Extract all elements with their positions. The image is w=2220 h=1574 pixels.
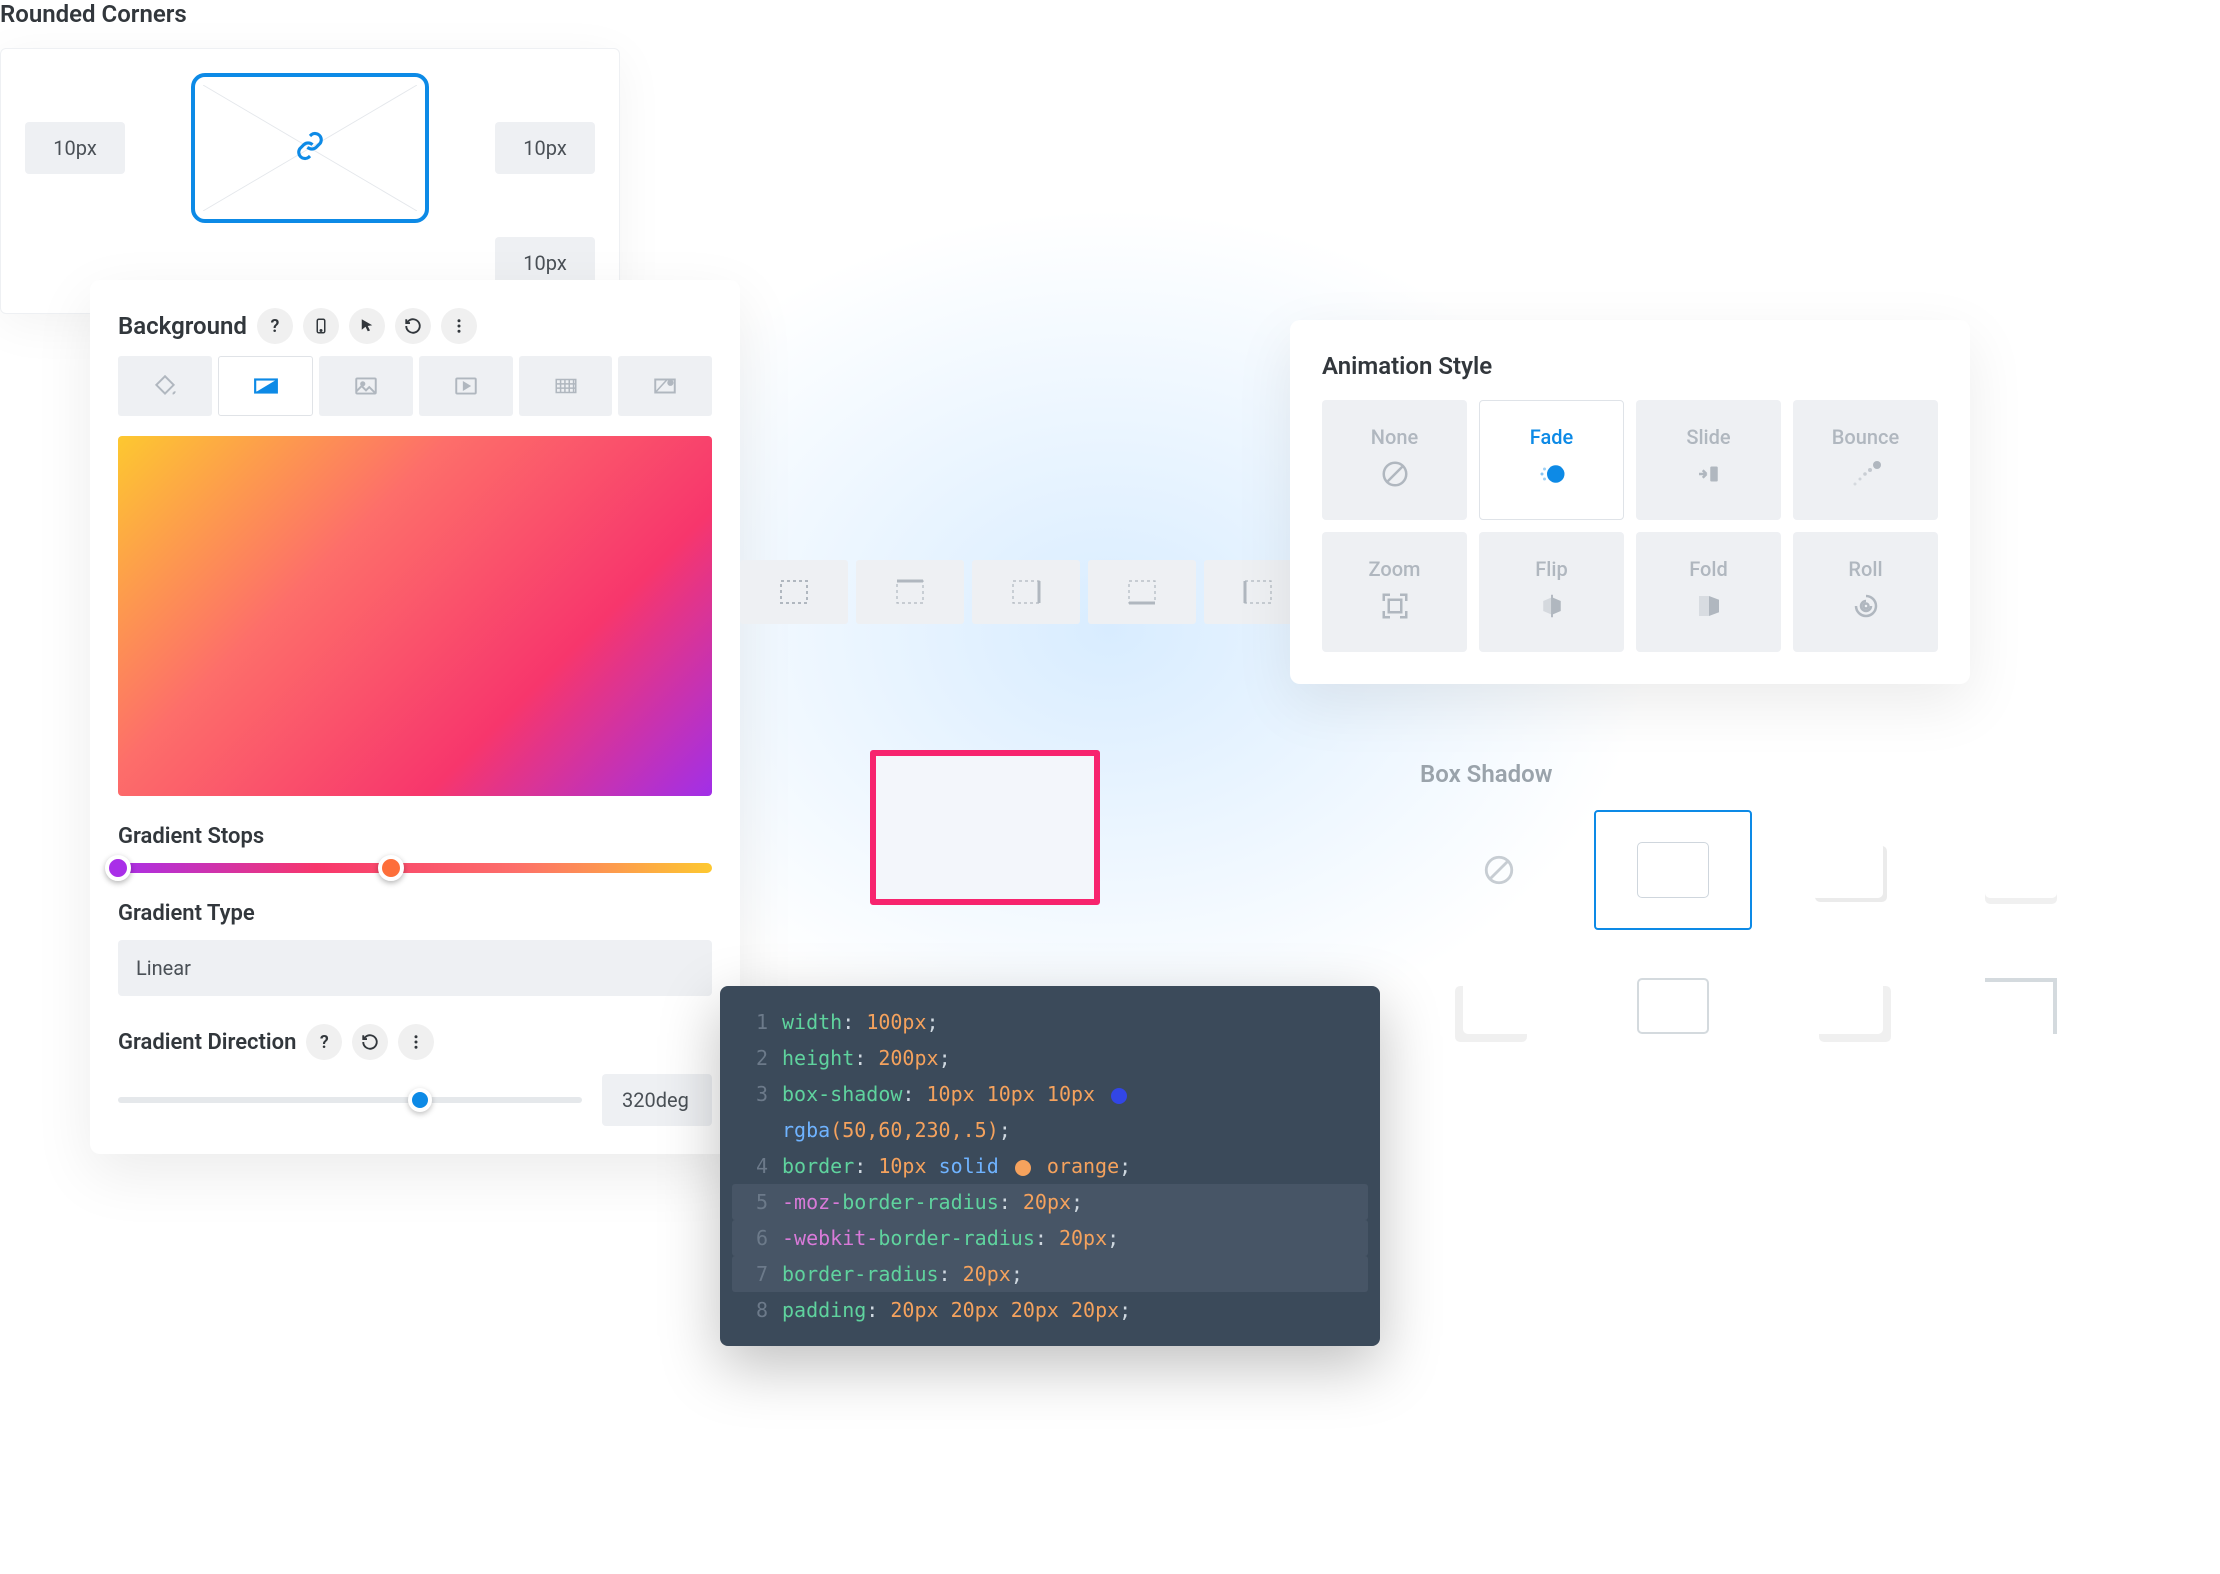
animation-label: Fade xyxy=(1530,425,1573,449)
shadow-option-1[interactable] xyxy=(1594,810,1752,930)
code-editor[interactable]: 1width: 100px; 2height: 200px; 3box-shad… xyxy=(720,986,1380,1346)
animation-label: Fold xyxy=(1689,557,1728,581)
reset-icon[interactable] xyxy=(352,1024,388,1060)
border-right-button[interactable] xyxy=(972,560,1080,624)
gradient-tab[interactable] xyxy=(218,356,314,416)
animation-option-none[interactable]: None xyxy=(1322,400,1467,520)
animation-option-slide[interactable]: Slide xyxy=(1636,400,1781,520)
background-title-row: Background ? xyxy=(118,308,712,344)
background-panel: Background ? Gradient Stops Gradient Typ… xyxy=(90,280,740,1154)
border-sides-row xyxy=(740,560,1312,624)
slider-thumb[interactable] xyxy=(408,1088,432,1112)
rounded-corners-panel: Rounded Corners 10px 10px 10px xyxy=(0,0,620,314)
mask-tab[interactable] xyxy=(618,356,712,416)
animation-option-flip[interactable]: Flip xyxy=(1479,532,1624,652)
border-all-button[interactable] xyxy=(740,560,848,624)
border-bottom-button[interactable] xyxy=(1088,560,1196,624)
animation-option-fade[interactable]: Fade xyxy=(1479,400,1624,520)
box-shadow-title: Box Shadow xyxy=(1420,760,2100,788)
image-tab[interactable] xyxy=(319,356,413,416)
gradient-direction-row: Gradient Direction ? xyxy=(118,1024,712,1060)
gradient-stop-2[interactable] xyxy=(378,855,404,881)
gradient-direction-label: Gradient Direction xyxy=(118,1030,296,1055)
video-tab[interactable] xyxy=(419,356,513,416)
box-shadow-panel: Box Shadow xyxy=(1420,760,2100,1066)
corner-top-right-input[interactable]: 10px xyxy=(495,122,595,174)
border-preview-box xyxy=(870,750,1100,905)
shadow-option-3[interactable] xyxy=(1942,810,2100,930)
gradient-direction-control: 320deg xyxy=(118,1074,712,1126)
gradient-stops-track[interactable] xyxy=(118,863,712,873)
animation-label: Bounce xyxy=(1832,425,1899,449)
animation-label: Zoom xyxy=(1369,557,1421,581)
gradient-preview xyxy=(118,436,712,796)
color-swatch-icon xyxy=(1111,1088,1127,1104)
animation-label: None xyxy=(1371,425,1418,449)
animation-title: Animation Style xyxy=(1322,352,1938,380)
link-icon xyxy=(295,131,325,165)
pattern-tab[interactable] xyxy=(519,356,613,416)
gradient-stops-label: Gradient Stops xyxy=(118,824,712,849)
none-icon xyxy=(1380,459,1410,496)
gradient-direction-slider[interactable] xyxy=(118,1097,582,1103)
animation-label: Roll xyxy=(1848,557,1882,581)
zoom-icon xyxy=(1380,591,1410,628)
corner-link-toggle[interactable] xyxy=(191,73,429,223)
gradient-type-label: Gradient Type xyxy=(118,901,712,926)
shadow-option-7[interactable] xyxy=(1942,946,2100,1066)
flip-icon xyxy=(1537,591,1567,628)
fold-icon xyxy=(1694,591,1724,628)
animation-label: Slide xyxy=(1686,425,1730,449)
animation-option-fold[interactable]: Fold xyxy=(1636,532,1781,652)
roll-icon xyxy=(1851,591,1881,628)
shadow-option-4[interactable] xyxy=(1420,946,1578,1066)
more-icon[interactable] xyxy=(441,308,477,344)
animation-label: Flip xyxy=(1535,557,1567,581)
slide-icon xyxy=(1694,459,1724,496)
animation-option-roll[interactable]: Roll xyxy=(1793,532,1938,652)
corner-top-left-input[interactable]: 10px xyxy=(25,122,125,174)
shadow-option-6[interactable] xyxy=(1768,946,1926,1066)
fill-tab[interactable] xyxy=(118,356,212,416)
background-title: Background xyxy=(118,312,247,340)
background-type-tabs xyxy=(118,356,712,416)
help-icon[interactable]: ? xyxy=(257,308,293,344)
shadow-option-none[interactable] xyxy=(1420,810,1578,930)
animation-option-bounce[interactable]: Bounce xyxy=(1793,400,1938,520)
help-icon[interactable]: ? xyxy=(306,1024,342,1060)
gradient-stop-1[interactable] xyxy=(105,855,131,881)
animation-panel: Animation Style None Fade Slide Bounce Z… xyxy=(1290,320,1970,684)
border-top-button[interactable] xyxy=(856,560,964,624)
tablet-icon[interactable] xyxy=(303,308,339,344)
shadow-option-2[interactable] xyxy=(1768,810,1926,930)
shadow-option-5[interactable] xyxy=(1594,946,1752,1066)
color-swatch-icon xyxy=(1015,1160,1031,1176)
reset-icon[interactable] xyxy=(395,308,431,344)
fade-icon xyxy=(1537,459,1567,496)
gradient-direction-value[interactable]: 320deg xyxy=(602,1074,712,1126)
pointer-icon[interactable] xyxy=(349,308,385,344)
gradient-type-select[interactable]: Linear xyxy=(118,940,712,996)
animation-option-zoom[interactable]: Zoom xyxy=(1322,532,1467,652)
rounded-corners-title: Rounded Corners xyxy=(0,0,620,28)
more-icon[interactable] xyxy=(398,1024,434,1060)
rounded-corners-card: 10px 10px 10px xyxy=(0,48,620,314)
bounce-icon xyxy=(1849,459,1883,496)
